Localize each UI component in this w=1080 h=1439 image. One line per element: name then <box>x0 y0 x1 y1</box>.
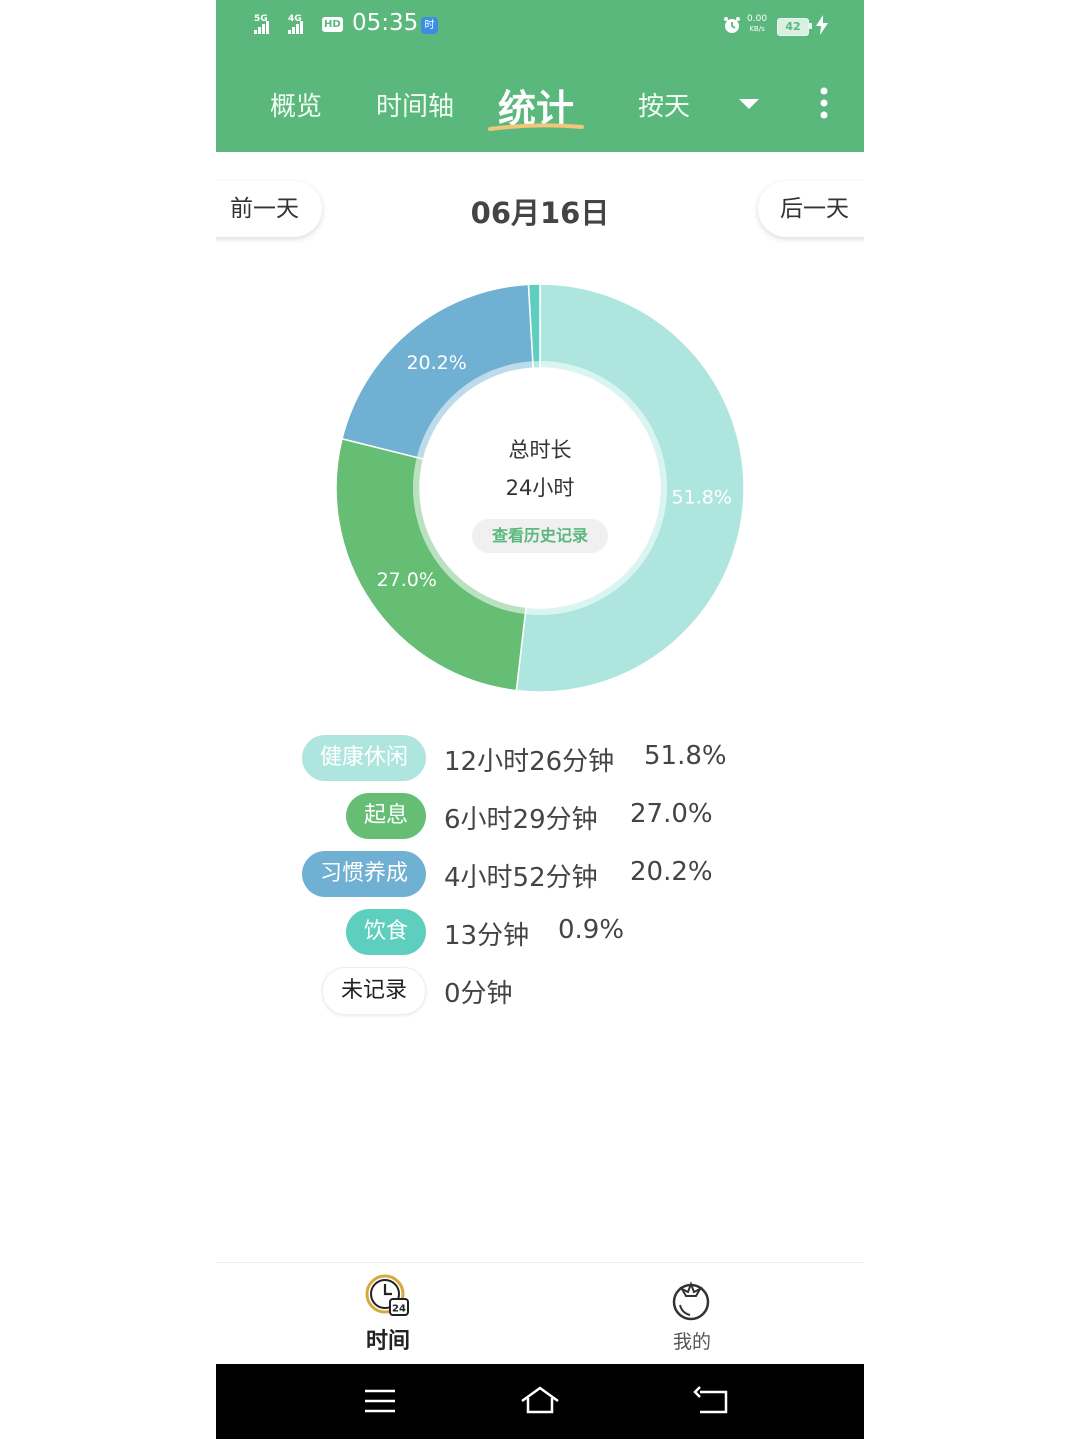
speed-unit: KB/s <box>749 25 765 33</box>
signal-5g-icon: 5G <box>254 14 269 34</box>
clock-badge-text: 24 <box>392 1304 406 1315</box>
alarm-icon <box>724 17 740 33</box>
category-pill[interactable]: 未记录 <box>321 967 426 1015</box>
battery-icon: 42 <box>777 18 809 36</box>
next-day-button[interactable]: 后一天 <box>758 181 864 237</box>
status-bar: 5G 4G HD 05:35 时 0.00 KB/s 42 <box>216 0 864 56</box>
hd-badge: HD <box>322 17 343 32</box>
network-5g-label: 5G <box>254 14 268 24</box>
speed-value: 0.00 <box>747 14 768 24</box>
category-pill[interactable]: 饮食 <box>345 909 426 955</box>
donut-slice-label: 27.0% <box>377 569 437 591</box>
tab-timeline[interactable]: 时间轴 <box>376 86 454 123</box>
legend-row[interactable]: 健康休闲 12小时26分钟 51.8% <box>216 735 864 783</box>
category-duration: 12小时26分钟 <box>444 747 615 777</box>
system-navigation-bar <box>216 1364 864 1439</box>
app-screen: 5G 4G HD 05:35 时 0.00 KB/s 42 概览 时间轴 统计 … <box>216 0 864 1439</box>
clock-24-icon[interactable]: 24 <box>364 1273 410 1319</box>
battery-tip <box>809 23 812 29</box>
category-percent: 27.0% <box>630 799 713 829</box>
active-tab-underline <box>488 123 584 131</box>
legend-row[interactable]: 未记录 0分钟 <box>216 967 864 1015</box>
view-history-button[interactable]: 查看历史记录 <box>472 519 608 553</box>
signal-4g-icon: 4G <box>288 14 303 34</box>
charging-icon <box>816 15 828 35</box>
category-pill[interactable]: 习惯养成 <box>301 851 426 897</box>
legend-row[interactable]: 习惯养成 4小时52分钟 20.2% <box>216 851 864 899</box>
bottom-navigation: 24 时间 我的 <box>216 1262 864 1365</box>
category-pill[interactable]: 起息 <box>345 793 426 839</box>
status-time: 05:35 <box>352 10 419 36</box>
app-header: 5G 4G HD 05:35 时 0.00 KB/s 42 概览 时间轴 统计 … <box>216 0 864 152</box>
more-vertical-icon[interactable] <box>814 86 834 120</box>
period-selector[interactable]: 按天 <box>638 86 690 123</box>
tab-overview[interactable]: 概览 <box>270 86 322 123</box>
total-duration-value: 24小时 <box>505 476 575 500</box>
nav-mine-label[interactable]: 我的 <box>640 1327 744 1354</box>
category-duration: 13分钟 <box>444 921 530 951</box>
network-4g-label: 4G <box>288 14 302 24</box>
chevron-down-icon[interactable] <box>738 98 760 110</box>
app-notification-icon: 时 <box>421 17 438 34</box>
tomato-icon[interactable] <box>668 1275 714 1321</box>
top-tabs: 概览 时间轴 统计 按天 <box>216 76 864 136</box>
category-duration: 4小时52分钟 <box>444 863 598 893</box>
category-percent: 20.2% <box>630 857 713 887</box>
legend-row[interactable]: 饮食 13分钟 0.9% <box>216 909 864 957</box>
back-icon[interactable] <box>692 1384 732 1418</box>
category-percent: 51.8% <box>644 741 727 771</box>
donut-slice-label: 51.8% <box>672 486 732 508</box>
home-icon[interactable] <box>520 1384 560 1418</box>
donut-slice-label: 20.2% <box>406 352 466 374</box>
legend-row[interactable]: 起息 6小时29分钟 27.0% <box>216 793 864 841</box>
menu-icon[interactable] <box>360 1384 400 1418</box>
category-pill[interactable]: 健康休闲 <box>301 735 426 781</box>
nav-time-label[interactable]: 时间 <box>336 1323 440 1355</box>
category-duration: 0分钟 <box>444 979 513 1009</box>
category-percent: 0.9% <box>558 915 625 945</box>
total-duration-label: 总时长 <box>508 438 572 462</box>
category-duration: 6小时29分钟 <box>444 805 598 835</box>
network-speed: 0.00 KB/s <box>747 14 767 34</box>
